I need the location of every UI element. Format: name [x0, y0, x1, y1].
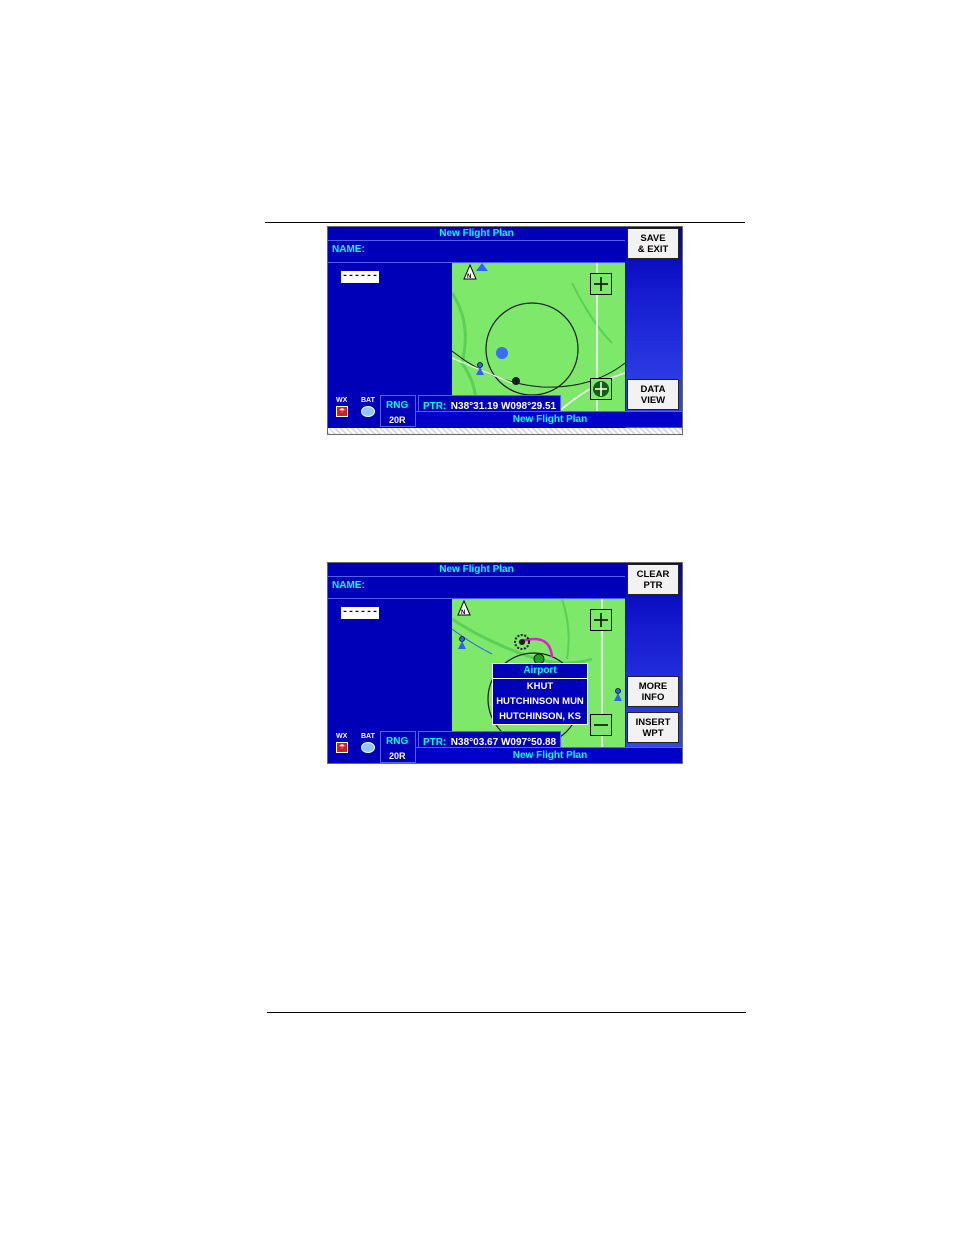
airport-id: KHUT	[526, 681, 554, 692]
vor-station-icon	[512, 377, 520, 385]
plus-icon	[594, 613, 608, 627]
flight-plan-name-bar: New Flight Plan	[416, 747, 682, 763]
wx-label: WX	[336, 733, 348, 740]
weather-icon[interactable]: ☂	[336, 742, 348, 753]
svg-text:N: N	[461, 610, 465, 616]
page-title: New Flight Plan	[328, 563, 625, 577]
airport-name: HUTCHINSON MUN	[496, 696, 584, 707]
vor-station-icon	[514, 634, 530, 650]
waypoint-entry-field[interactable]: ------	[341, 607, 379, 619]
range-indicator[interactable]: RNG 20R	[380, 395, 416, 427]
status-icons: WX BAT ☂	[330, 395, 380, 425]
status-icons: WX BAT ☂	[330, 731, 380, 761]
north-arrow-icon: N	[457, 599, 471, 616]
zoom-in-button[interactable]	[590, 273, 612, 295]
svg-text:N: N	[467, 274, 471, 280]
airport-city: HUTCHINSON, KS	[499, 711, 581, 722]
more-info-button[interactable]: MORE INFO	[627, 676, 679, 707]
bottom-rule	[267, 1012, 746, 1013]
wx-label: WX	[336, 397, 348, 404]
map-view[interactable]: N Airport KHUT HUTCHINSON MUN HUTCHINSON…	[452, 599, 625, 749]
airport-info-popup[interactable]: Airport KHUT HUTCHINSON MUN HUTCHINSON, …	[492, 663, 588, 725]
page-title: New Flight Plan	[328, 227, 625, 241]
name-row[interactable]: NAME:	[328, 577, 625, 599]
range-label: RNG	[386, 736, 409, 747]
save-exit-button[interactable]: SAVE & EXIT	[627, 228, 679, 259]
screen-flight-plan-1: New Flight Plan NAME: ------ N SAVE & EX…	[327, 226, 683, 435]
bat-label: BAT	[361, 733, 375, 740]
status-strip: WX BAT ☂ RNG 20R PTR: N38°31.19 W098°29.…	[328, 395, 682, 431]
bat-label: BAT	[361, 397, 375, 404]
range-label: RNG	[386, 400, 409, 411]
screen-flight-plan-2: New Flight Plan NAME: ------ N Airport K…	[327, 562, 683, 764]
waypoint-list[interactable]: ------	[328, 599, 451, 731]
waypoint-entry-field[interactable]: ------	[341, 271, 379, 283]
popup-title: Airport	[493, 664, 587, 679]
name-label: NAME:	[332, 580, 365, 591]
pointer-readout: PTR: N38°03.67 W097°50.88	[418, 731, 562, 748]
waypoint-list[interactable]: ------	[328, 263, 451, 395]
map-view[interactable]: N	[452, 263, 625, 413]
pointer-readout: PTR: N38°31.19 W098°29.51	[418, 395, 562, 412]
range-value: 20R	[389, 415, 406, 425]
clear-ptr-button[interactable]: CLEAR PTR	[627, 564, 679, 595]
name-row[interactable]: NAME:	[328, 241, 625, 263]
flight-plan-name-bar: New Flight Plan	[416, 411, 682, 427]
range-indicator[interactable]: RNG 20R	[380, 731, 416, 763]
battery-icon[interactable]	[361, 406, 375, 417]
plus-icon	[594, 277, 608, 291]
airport-icon	[476, 263, 488, 271]
weather-icon[interactable]: ☂	[336, 406, 348, 417]
north-arrow-icon: N	[463, 263, 477, 280]
top-rule	[265, 222, 745, 223]
hatch-border	[328, 428, 682, 434]
name-label: NAME:	[332, 244, 365, 255]
battery-icon[interactable]	[361, 742, 375, 753]
range-value: 20R	[389, 751, 406, 761]
zoom-in-button[interactable]	[590, 609, 612, 631]
status-strip: WX BAT ☂ RNG 20R PTR: N38°03.67 W097°50.…	[328, 731, 682, 763]
